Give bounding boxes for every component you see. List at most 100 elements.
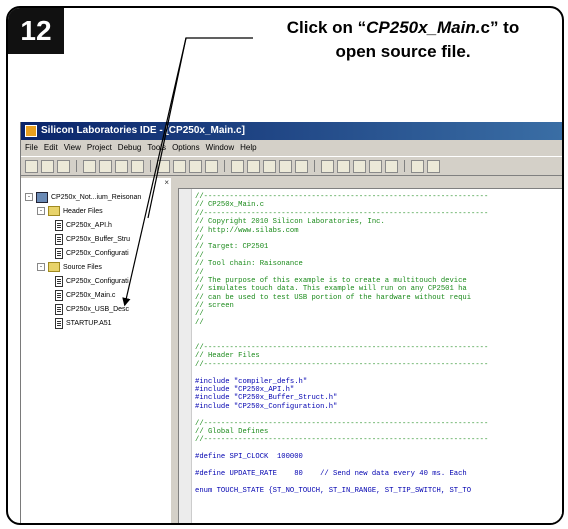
collapse-icon[interactable]: - xyxy=(37,207,45,215)
tree-item-file[interactable]: STARTUP.A51 xyxy=(25,316,141,330)
callout-prefix: Click on “ xyxy=(286,18,367,37)
code-line[interactable]: #include "CP250x_Buffer_Struct.h" xyxy=(195,394,488,402)
code-line[interactable] xyxy=(195,445,488,453)
code-line[interactable]: //--------------------------------------… xyxy=(195,193,488,201)
project-tree: - CP250x_Not...ium_Reisonan - Header Fil… xyxy=(25,190,141,330)
code-line[interactable]: #include "CP250x_API.h" xyxy=(195,386,488,394)
code-line[interactable]: // CP250x_Main.c xyxy=(195,201,488,209)
cut-icon[interactable] xyxy=(83,159,96,173)
stop-build-icon[interactable] xyxy=(205,159,218,173)
toolbar-divider xyxy=(224,160,225,172)
code-line[interactable]: #include "CP250x_Configuration.h" xyxy=(195,403,488,411)
layout-icon[interactable] xyxy=(427,159,440,173)
step-number-badge: 12 xyxy=(8,8,64,54)
folder-icon xyxy=(48,262,60,272)
collapse-icon[interactable]: - xyxy=(37,263,45,271)
new-file-icon[interactable] xyxy=(25,159,38,173)
code-line[interactable]: // screen xyxy=(195,302,488,310)
watch-icon[interactable] xyxy=(353,159,366,173)
menu-window[interactable]: Window xyxy=(206,140,234,156)
tree-item-file[interactable]: CP250x_USB_Desc xyxy=(25,302,141,316)
tree-item-file[interactable]: CP250x_API.h xyxy=(25,218,141,232)
source-code[interactable]: //--------------------------------------… xyxy=(195,193,488,495)
close-icon[interactable]: × xyxy=(164,178,169,187)
code-line[interactable]: //--------------------------------------… xyxy=(195,436,488,444)
menu-help[interactable]: Help xyxy=(240,140,256,156)
code-line[interactable] xyxy=(195,336,488,344)
code-line[interactable]: // xyxy=(195,319,488,327)
code-line[interactable] xyxy=(195,327,488,335)
menu-bar: File Edit View Project Debug Tools Optio… xyxy=(21,140,562,156)
menu-edit[interactable]: Edit xyxy=(44,140,58,156)
code-line[interactable]: //--------------------------------------… xyxy=(195,420,488,428)
code-line[interactable]: #define UPDATE_RATE 80 // Send new data … xyxy=(195,470,488,478)
code-line[interactable]: // can be used to test USB portion of th… xyxy=(195,294,488,302)
code-line[interactable]: // xyxy=(195,252,488,260)
callout-line-1: Click on “CP250x_Main.c” to xyxy=(248,16,558,40)
menu-debug[interactable]: Debug xyxy=(118,140,142,156)
tree-item-file[interactable]: CP250x_Buffer_Stru xyxy=(25,232,141,246)
window-icon[interactable] xyxy=(411,159,424,173)
menu-view[interactable]: View xyxy=(64,140,81,156)
print-icon[interactable] xyxy=(131,159,144,173)
tree-item-main-c[interactable]: CP250x_Main.c xyxy=(25,288,141,302)
registers-icon[interactable] xyxy=(385,159,398,173)
code-line[interactable]: #include "compiler_defs.h" xyxy=(195,378,488,386)
step-out-icon[interactable] xyxy=(279,159,292,173)
callout-filename: CP250x_Main. xyxy=(366,18,481,37)
tree-item-source-files[interactable]: - Source Files xyxy=(25,260,141,274)
toolbar-divider xyxy=(76,160,77,172)
code-line[interactable] xyxy=(195,478,488,486)
code-line[interactable]: // The purpose of this example is to cre… xyxy=(195,277,488,285)
code-line[interactable]: // http://www.silabs.com xyxy=(195,227,488,235)
menu-tools[interactable]: Tools xyxy=(147,140,166,156)
menu-options[interactable]: Options xyxy=(172,140,200,156)
code-line[interactable]: // xyxy=(195,235,488,243)
build-icon[interactable] xyxy=(157,159,170,173)
app-icon xyxy=(25,125,37,137)
step-over-icon[interactable] xyxy=(263,159,276,173)
run-icon[interactable] xyxy=(231,159,244,173)
reset-icon[interactable] xyxy=(321,159,334,173)
collapse-icon[interactable]: - xyxy=(25,193,33,201)
tree-item-project[interactable]: - CP250x_Not...ium_Reisonan xyxy=(25,190,141,204)
code-line[interactable]: // Global Defines xyxy=(195,428,488,436)
code-line[interactable]: //--------------------------------------… xyxy=(195,361,488,369)
menu-file[interactable]: File xyxy=(25,140,38,156)
code-line[interactable]: // Copyright 2010 Silicon Laboratories, … xyxy=(195,218,488,226)
file-label: CP250x_API.h xyxy=(66,221,112,229)
breakpoint-icon[interactable] xyxy=(337,159,350,173)
memory-icon[interactable] xyxy=(369,159,382,173)
code-line[interactable]: // xyxy=(195,269,488,277)
code-editor[interactable]: //--------------------------------------… xyxy=(174,178,562,523)
file-icon xyxy=(55,247,63,259)
callout-line-2: open source file. xyxy=(335,42,471,61)
code-line[interactable]: //--------------------------------------… xyxy=(195,210,488,218)
code-line[interactable]: // Header Files xyxy=(195,352,488,360)
code-line[interactable]: // Tool chain: Raisonance xyxy=(195,260,488,268)
tree-item-file[interactable]: CP250x_Configurati xyxy=(25,246,141,260)
tree-item-header-files[interactable]: - Header Files xyxy=(25,204,141,218)
code-line[interactable]: // Target: CP2501 xyxy=(195,243,488,251)
file-icon xyxy=(55,219,63,231)
code-line[interactable]: #define SPI_CLOCK 100000 xyxy=(195,453,488,461)
code-line[interactable] xyxy=(195,411,488,419)
code-line[interactable]: enum TOUCH_STATE {ST_NO_TOUCH, ST_IN_RAN… xyxy=(195,487,488,495)
editor-view[interactable]: //--------------------------------------… xyxy=(178,188,562,523)
rebuild-icon[interactable] xyxy=(173,159,186,173)
save-icon[interactable] xyxy=(57,159,70,173)
code-line[interactable] xyxy=(195,462,488,470)
instruction-callout: Click on “CP250x_Main.c” to open source … xyxy=(248,16,558,64)
tree-item-file[interactable]: CP250x_Configurati xyxy=(25,274,141,288)
paste-icon[interactable] xyxy=(115,159,128,173)
code-line[interactable]: //--------------------------------------… xyxy=(195,344,488,352)
code-line[interactable]: // xyxy=(195,310,488,318)
menu-project[interactable]: Project xyxy=(87,140,112,156)
copy-icon[interactable] xyxy=(99,159,112,173)
code-line[interactable]: // simulates touch data. This example wi… xyxy=(195,285,488,293)
open-folder-icon[interactable] xyxy=(41,159,54,173)
compile-icon[interactable] xyxy=(189,159,202,173)
step-icon[interactable] xyxy=(247,159,260,173)
run-to-cursor-icon[interactable] xyxy=(295,159,308,173)
code-line[interactable] xyxy=(195,369,488,377)
